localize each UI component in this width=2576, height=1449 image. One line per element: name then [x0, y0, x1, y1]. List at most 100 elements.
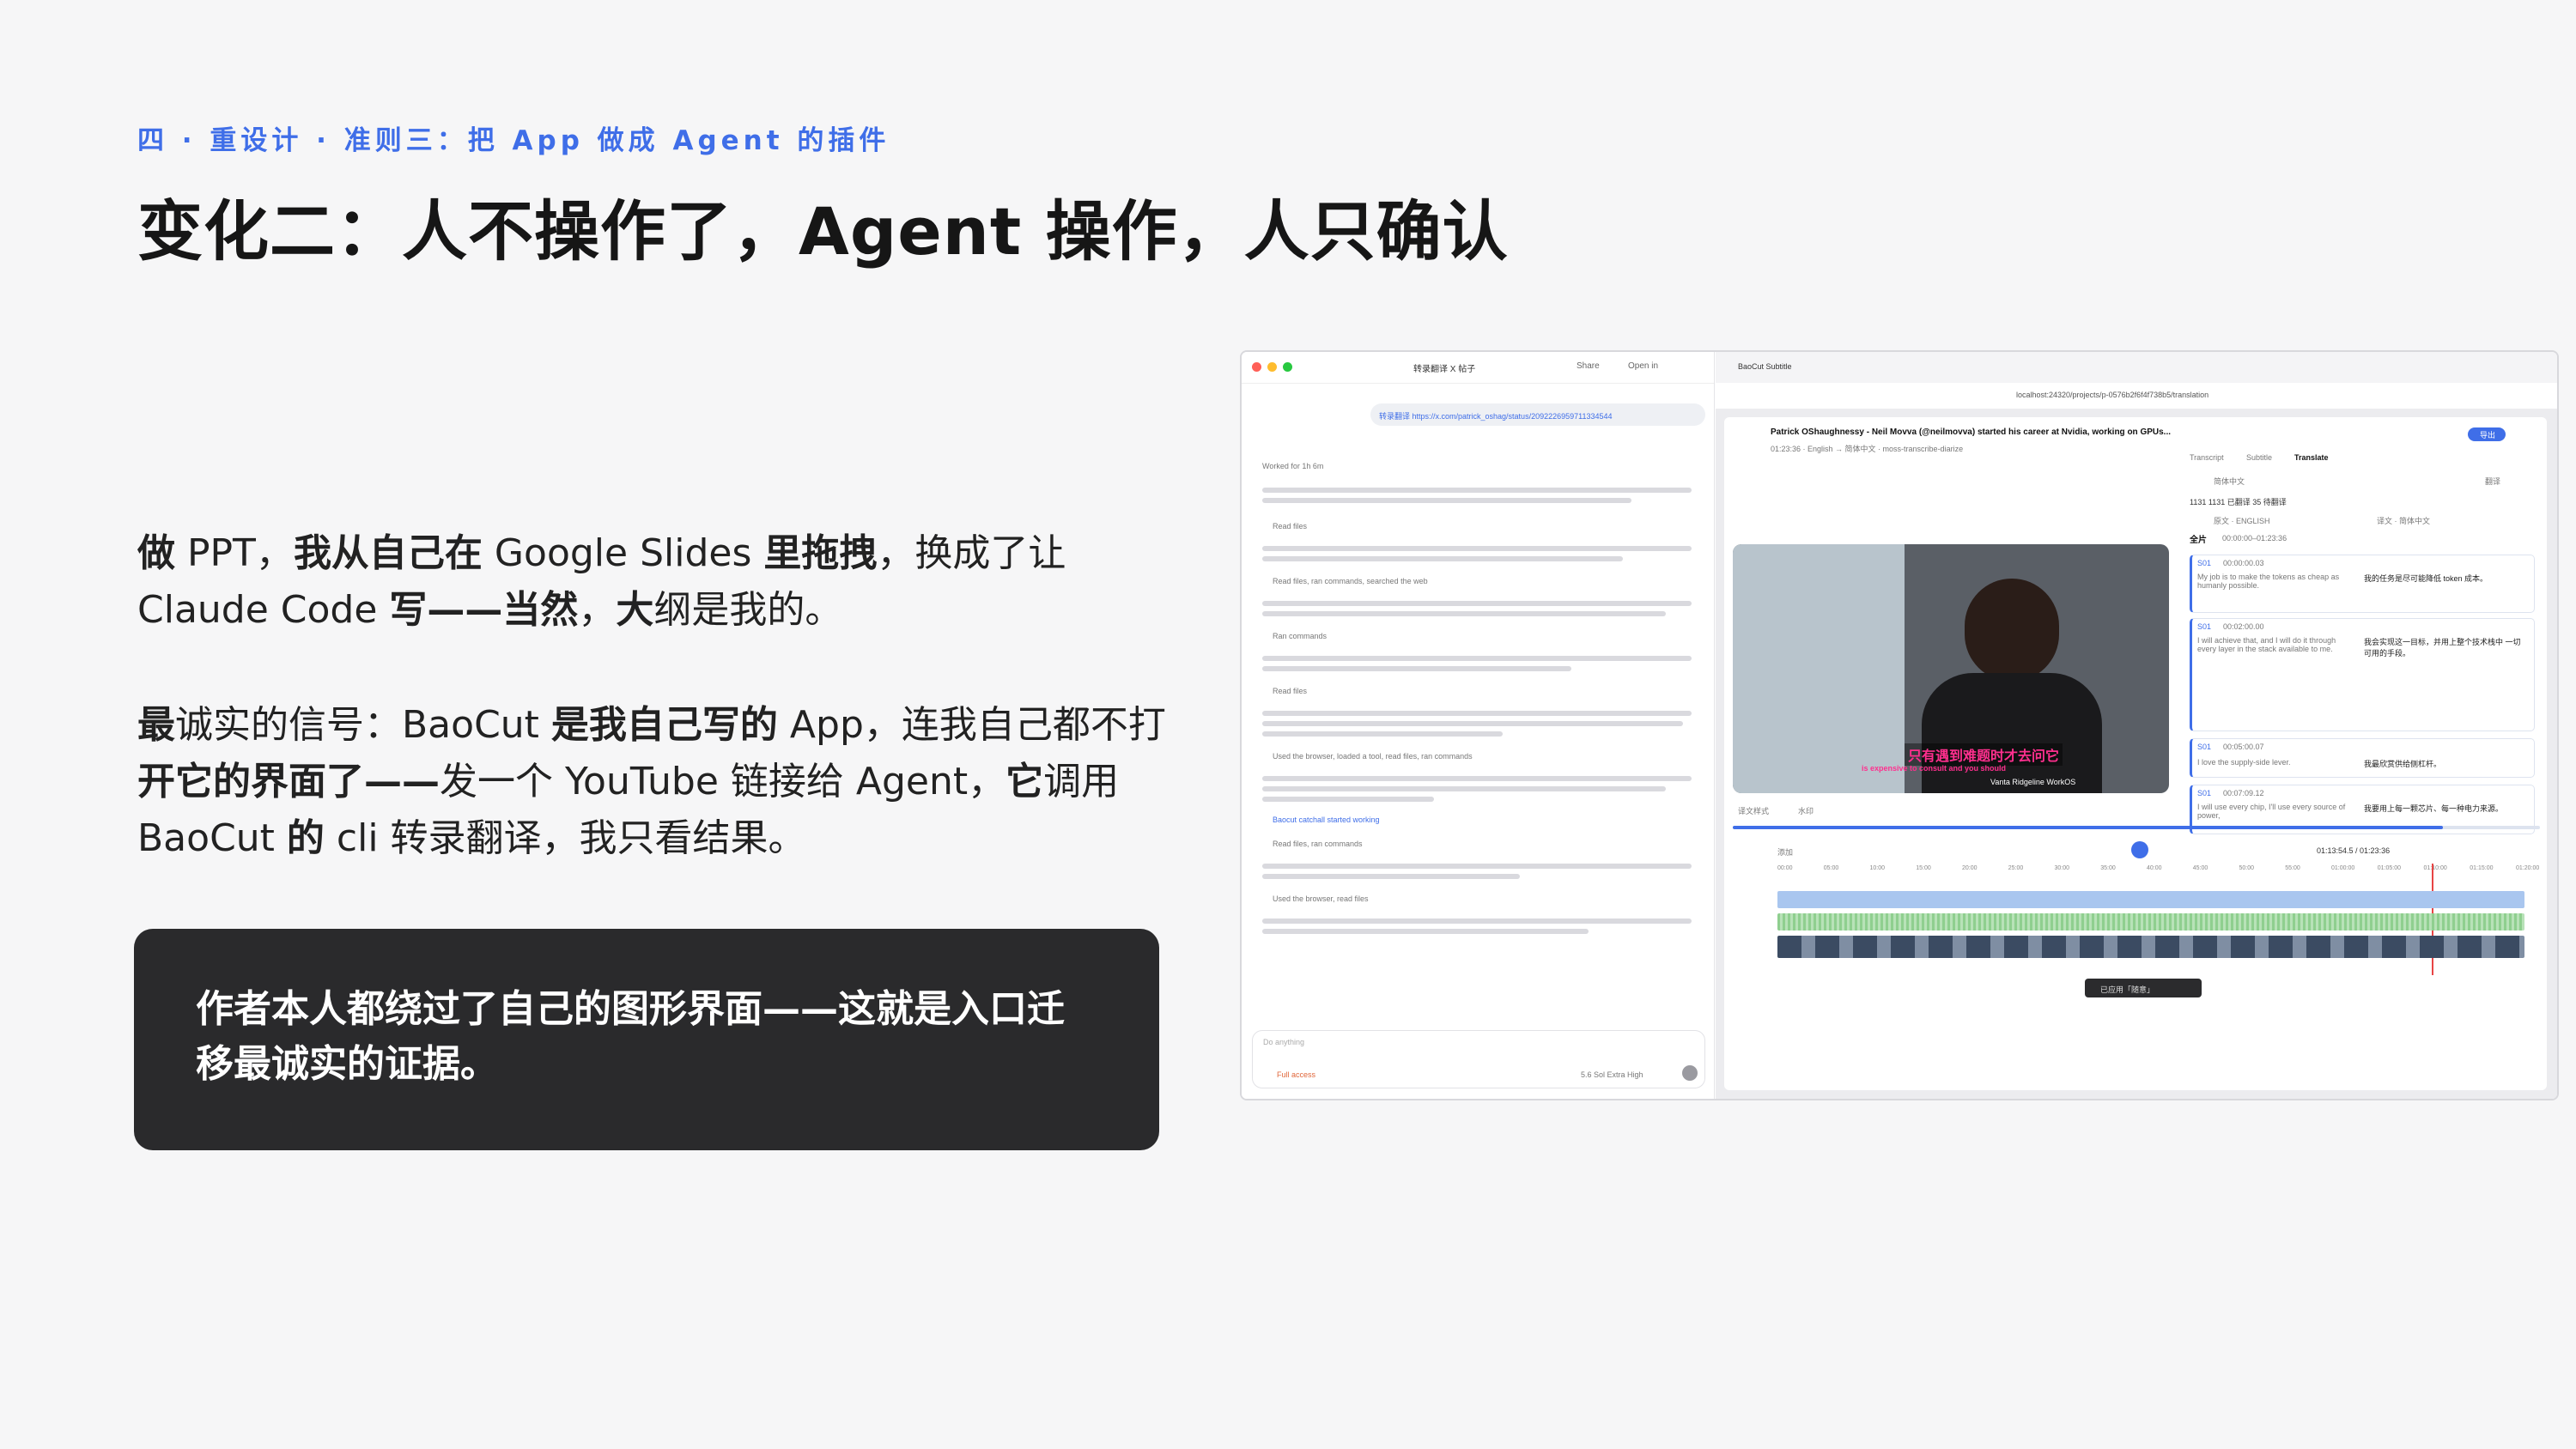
p1-bold-3: 里拖拽 [763, 531, 878, 575]
p1-text-1: PPT， [175, 531, 294, 575]
sponsor-logos: Vanta Ridgeline WorkOS [1990, 778, 2076, 786]
baocut-app: Patrick OShaughnessy - Neil Movva (@neil… [1724, 417, 2547, 1090]
p1-text-2: Google Slides [482, 531, 764, 575]
p1-bold-5: 大 [616, 588, 654, 632]
row-time: 00:00:00.03 [2223, 559, 2264, 567]
step-used-browser[interactable]: Used the browser, loaded a tool, read fi… [1273, 752, 1473, 761]
timeline-tick: 05:00 [1823, 865, 1839, 871]
toast-text: 已应用「随意」 [2100, 985, 2155, 994]
p2-text-1: 诚实的信号：BaoCut [175, 703, 551, 747]
maximize-dot[interactable] [1283, 362, 1292, 372]
embedded-screenshot: 转录翻译 X 帖子 Share Open in 转录翻译 https://x.c… [1240, 350, 2559, 1100]
col-target: 译文 · 简体中文 [2377, 517, 2430, 525]
section-time: 00:00:00–01:23:36 [2222, 534, 2287, 543]
tab-subtitle[interactable]: Subtitle [2246, 453, 2272, 462]
row-id: S01 [2197, 789, 2212, 797]
step-read-ran-web[interactable]: Read files, ran commands, searched the w… [1273, 577, 1428, 585]
step-read-files[interactable]: Read files [1273, 522, 1307, 530]
row-en: I will use every chip, I'll use every so… [2197, 803, 2346, 820]
step-read-files-2[interactable]: Read files [1273, 687, 1307, 695]
row-time: 00:05:00.07 [2223, 743, 2264, 751]
p1-bold-2: 我从自己在 [293, 531, 483, 575]
step-baocut-catchall[interactable]: Baocut catchall started working [1273, 815, 1380, 824]
watermark-button[interactable]: 水印 [1798, 805, 1814, 816]
send-icon[interactable] [1682, 1065, 1698, 1081]
timeline-tick: 20:00 [1962, 865, 1978, 871]
step-ran-commands[interactable]: Ran commands [1273, 632, 1327, 640]
row-en: I love the supply-side lever. [2197, 758, 2291, 767]
audio-track[interactable] [1777, 913, 2524, 931]
translation-row[interactable]: S01 00:00:00.03 My job is to make the to… [2190, 555, 2535, 613]
row-en: I will achieve that, and I will do it th… [2197, 636, 2336, 653]
export-button[interactable]: 导出 [2480, 429, 2495, 440]
callout-box: 作者本人都绕过了自己的图形界面——这就是入口迁移最诚实的证据。 [134, 929, 1159, 1150]
timeline-tick: 01:00:00 [2331, 865, 2355, 871]
video-title: Patrick OShaughnessy - Neil Movva (@neil… [1771, 427, 2172, 437]
translate-button[interactable]: 翻译 [2485, 476, 2500, 487]
row-time: 00:02:00.00 [2223, 622, 2264, 631]
timeline-tick: 30:00 [2054, 865, 2070, 871]
user-message-text: 转录翻译 https://x.com/patrick_oshag/status/… [1379, 412, 1613, 421]
timeline-tick: 01:05:00 [2377, 865, 2401, 871]
full-access-toggle[interactable]: Full access [1277, 1070, 1315, 1079]
row-zh[interactable]: 我最欣赏供给侧杠杆。 [2364, 758, 2527, 769]
close-dot[interactable] [1252, 362, 1261, 372]
paragraph-baocut: 最诚实的信号：BaoCut 是我自己写的 App，连我自己都不打开它的界面了——… [137, 697, 1176, 867]
browser-tab[interactable]: BaoCut Subtitle [1738, 362, 1792, 371]
chat-input[interactable]: Do anything [1263, 1038, 1304, 1046]
video-player[interactable]: 只有遇到难题时才去问它 is expensive to consult and … [1733, 544, 2169, 793]
timeline-tick: 01:10:00 [2423, 865, 2447, 871]
p2-bold-2: 是我自己写的 [550, 703, 778, 747]
row-id: S01 [2197, 743, 2212, 751]
p1-bold-1: 做 [137, 531, 175, 575]
subtitle-style-button[interactable]: 译文样式 [1738, 805, 1769, 816]
tab-translate[interactable]: Translate [2294, 453, 2329, 462]
p2-text-2: App，连我自己都不打 [777, 703, 1166, 747]
p2-text-5: cli 转录翻译，我只看结果。 [324, 816, 806, 860]
chat-titlebar: 转录翻译 X 帖子 Share Open in [1242, 352, 1714, 384]
translate-stats: 1131 1131 已翻译 35 待翻译 [2190, 498, 2287, 506]
timeline-tick: 25:00 [2008, 865, 2024, 871]
chat-input-box[interactable]: Do anything Full access 5.6 Sol Extra Hi… [1252, 1030, 1705, 1088]
share-button[interactable]: Share [1577, 361, 1600, 371]
slide-title: 变化二：人不操作了，Agent 操作，人只确认 [137, 193, 1509, 270]
timeline-tick: 55:00 [2285, 865, 2300, 871]
play-icon[interactable] [2131, 841, 2148, 858]
agent-chat-panel: 转录翻译 X 帖子 Share Open in 转录翻译 https://x.c… [1242, 352, 1715, 1099]
chat-tab-title[interactable]: 转录翻译 X 帖子 [1413, 361, 1475, 374]
translation-row[interactable]: S01 00:05:00.07 I love the supply-side l… [2190, 738, 2535, 778]
row-zh[interactable]: 我会实现这一目标，并用上整个技术栈中 一切可用的手段。 [2364, 636, 2527, 658]
video-track[interactable] [1777, 936, 2524, 958]
p2-bold-1: 最 [137, 703, 175, 747]
section-label: 全片 [2190, 536, 2207, 545]
baocut-browser-window: BaoCut Subtitle localhost:24320/projects… [1716, 352, 2557, 1099]
step-read-ran[interactable]: Read files, ran commands [1273, 840, 1363, 848]
worked-label: Worked for 1h 6m [1262, 462, 1324, 470]
row-zh[interactable]: 我要用上每一颗芯片、每一种电力来源。 [2364, 803, 2527, 814]
playback-progress[interactable] [1733, 826, 2540, 829]
open-in-button[interactable]: Open in [1628, 361, 1658, 371]
subtitle-cn: 只有遇到难题时才去问它 [1905, 743, 2063, 766]
subtitle-track[interactable] [1777, 891, 2524, 908]
timeline-tick: 45:00 [2192, 865, 2208, 871]
row-zh[interactable]: 我的任务是尽可能降低 token 成本。 [2364, 573, 2527, 584]
slide-kicker: 四 · 重设计 · 准则三：把 App 做成 Agent 的插件 [137, 125, 890, 156]
timeline-tick: 40:00 [2147, 865, 2162, 871]
row-id: S01 [2197, 559, 2212, 567]
language-select[interactable]: 简体中文 [2214, 476, 2245, 487]
url-text[interactable]: localhost:24320/projects/p-0576b2f6f4f73… [2016, 391, 2208, 399]
model-selector[interactable]: 5.6 Sol Extra High [1581, 1070, 1643, 1079]
user-message: 转录翻译 https://x.com/patrick_oshag/status/… [1370, 403, 1705, 426]
subtitle-en: is expensive to consult and you should [1862, 764, 2007, 773]
add-button[interactable]: 添加 [1777, 846, 1793, 858]
translation-row[interactable]: S01 00:02:00.00 I will achieve that, and… [2190, 618, 2535, 731]
p1-text-4: ， [578, 588, 617, 632]
tab-transcript[interactable]: Transcript [2190, 453, 2224, 462]
col-source: 原文 · ENGLISH [2214, 517, 2270, 525]
p2-text-3: 发一个 YouTube 链接给 Agent， [440, 760, 1006, 803]
minimize-dot[interactable] [1267, 362, 1277, 372]
address-bar[interactable]: localhost:24320/projects/p-0576b2f6f4f73… [1716, 383, 2557, 409]
row-en: My job is to make the tokens as cheap as… [2197, 573, 2340, 590]
step-browser-read[interactable]: Used the browser, read files [1273, 894, 1369, 903]
timeline-tick: 35:00 [2100, 865, 2116, 871]
